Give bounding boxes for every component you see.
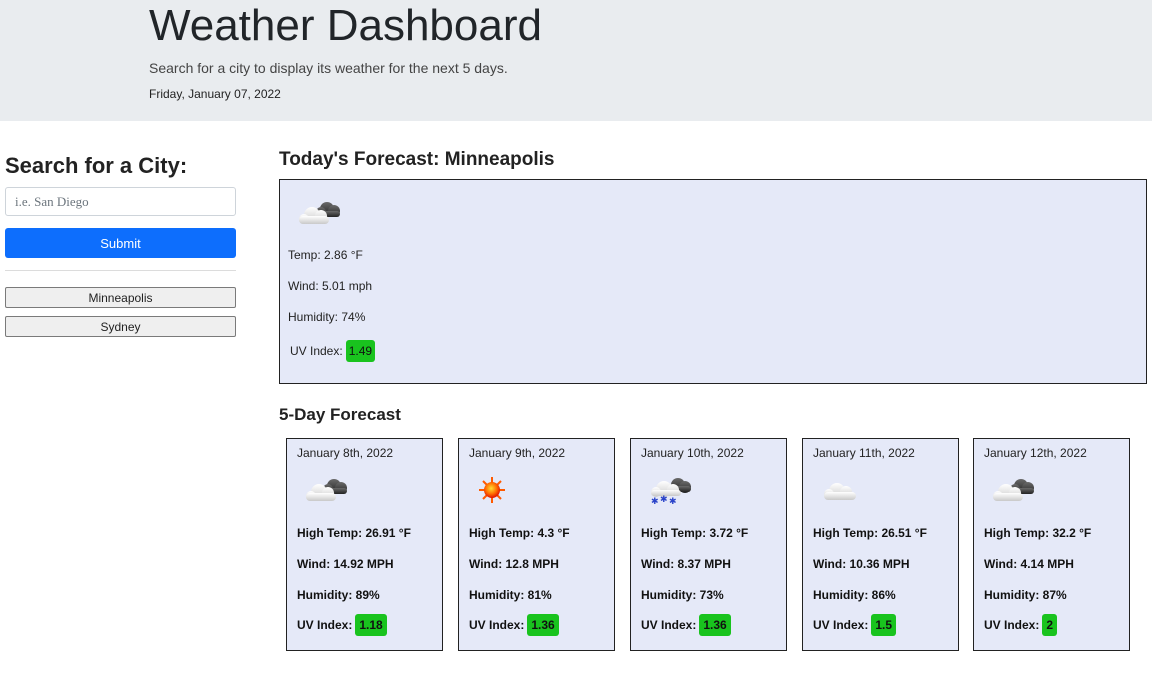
today-forecast-card: Temp: 2.86 °F Wind: 5.01 mph Humidity: 7… <box>279 179 1147 384</box>
forecast-humidity: Humidity: 87% <box>984 588 1067 602</box>
forecast-humidity: Humidity: 81% <box>469 588 552 602</box>
forecast-card: January 10th, 2022 High Temp: 3.72 °F Wi… <box>630 438 787 651</box>
forecast-high-temp: High Temp: 3.72 °F <box>641 526 749 540</box>
forecast-humidity: Humidity: 86% <box>813 588 896 602</box>
submit-button[interactable]: Submit <box>5 228 236 258</box>
forecast-wind: Wind: 14.92 MPH <box>297 557 394 571</box>
today-wind: Wind: 5.01 mph <box>288 279 373 293</box>
forecast-wind: Wind: 4.14 MPH <box>984 557 1074 571</box>
forecast-date: January 10th, 2022 <box>641 446 744 460</box>
forecast-wind: Wind: 8.37 MPH <box>641 557 731 571</box>
forecast-uv-row: UV Index: 1.36 <box>469 614 559 636</box>
cloudy-icon <box>301 475 351 505</box>
forecast-humidity: Humidity: 89% <box>297 588 380 602</box>
sun-icon <box>473 475 523 505</box>
forecast-uv-label: UV Index: <box>813 618 869 632</box>
today-heading: Today's Forecast: Minneapolis <box>279 149 555 170</box>
page-title: Weather Dashboard <box>149 1 542 50</box>
today-uv-row: UV Index: 1.49 <box>290 340 376 362</box>
today-uv-label: UV Index: <box>290 344 343 358</box>
forecast-date: January 9th, 2022 <box>469 446 566 460</box>
cloudy-icon <box>988 475 1038 505</box>
today-humidity: Humidity: 74% <box>288 310 366 324</box>
forecast-card: January 12th, 2022 High Temp: 32.2 °F Wi… <box>973 438 1130 651</box>
forecast-card: January 8th, 2022 High Temp: 26.91 °F Wi… <box>286 438 443 651</box>
forecast-high-temp: High Temp: 26.51 °F <box>813 526 927 540</box>
forecast-uv-row: UV Index: 1.5 <box>813 614 897 636</box>
cloudy-icon <box>294 198 344 228</box>
history-button-minneapolis[interactable]: Minneapolis <box>5 287 236 308</box>
history-button-sydney[interactable]: Sydney <box>5 316 236 337</box>
forecast-date: January 12th, 2022 <box>984 446 1087 460</box>
sidebar-divider <box>5 270 236 271</box>
forecast-uv-badge: 1.5 <box>871 614 897 636</box>
forecast-wind: Wind: 10.36 MPH <box>813 557 910 571</box>
header-banner: Weather Dashboard Search for a city to d… <box>0 0 1152 121</box>
forecast-uv-badge: 1.18 <box>355 614 387 636</box>
forecast-card: January 11th, 2022 High Temp: 26.51 °F W… <box>802 438 959 651</box>
five-day-heading: 5-Day Forecast <box>279 405 401 424</box>
forecast-uv-badge: 1.36 <box>699 614 731 636</box>
forecast-uv-label: UV Index: <box>984 618 1040 632</box>
forecast-date: January 8th, 2022 <box>297 446 394 460</box>
current-date: Friday, January 07, 2022 <box>149 87 281 101</box>
forecast-uv-label: UV Index: <box>469 618 525 632</box>
forecast-uv-row: UV Index: 1.36 <box>641 614 731 636</box>
forecast-high-temp: High Temp: 4.3 °F <box>469 526 570 540</box>
forecast-uv-badge: 1.36 <box>527 614 559 636</box>
forecast-uv-label: UV Index: <box>297 618 353 632</box>
cloud-icon <box>817 475 867 505</box>
forecast-uv-row: UV Index: 2 <box>984 614 1058 636</box>
city-search-input[interactable] <box>5 187 236 216</box>
forecast-card: January 9th, 2022 High Temp: 4.3 °F Wind… <box>458 438 615 651</box>
snow-cloud-icon <box>645 475 695 505</box>
today-temp: Temp: 2.86 °F <box>288 248 363 262</box>
forecast-date: January 11th, 2022 <box>813 446 915 460</box>
forecast-uv-badge: 2 <box>1042 614 1058 636</box>
forecast-high-temp: High Temp: 26.91 °F <box>297 526 411 540</box>
forecast-wind: Wind: 12.8 MPH <box>469 557 559 571</box>
search-heading: Search for a City: <box>5 153 188 178</box>
today-uv-badge: 1.49 <box>345 340 376 362</box>
page-subtitle: Search for a city to display its weather… <box>149 60 508 76</box>
forecast-uv-row: UV Index: 1.18 <box>297 614 387 636</box>
forecast-uv-label: UV Index: <box>641 618 697 632</box>
forecast-humidity: Humidity: 73% <box>641 588 724 602</box>
forecast-high-temp: High Temp: 32.2 °F <box>984 526 1092 540</box>
